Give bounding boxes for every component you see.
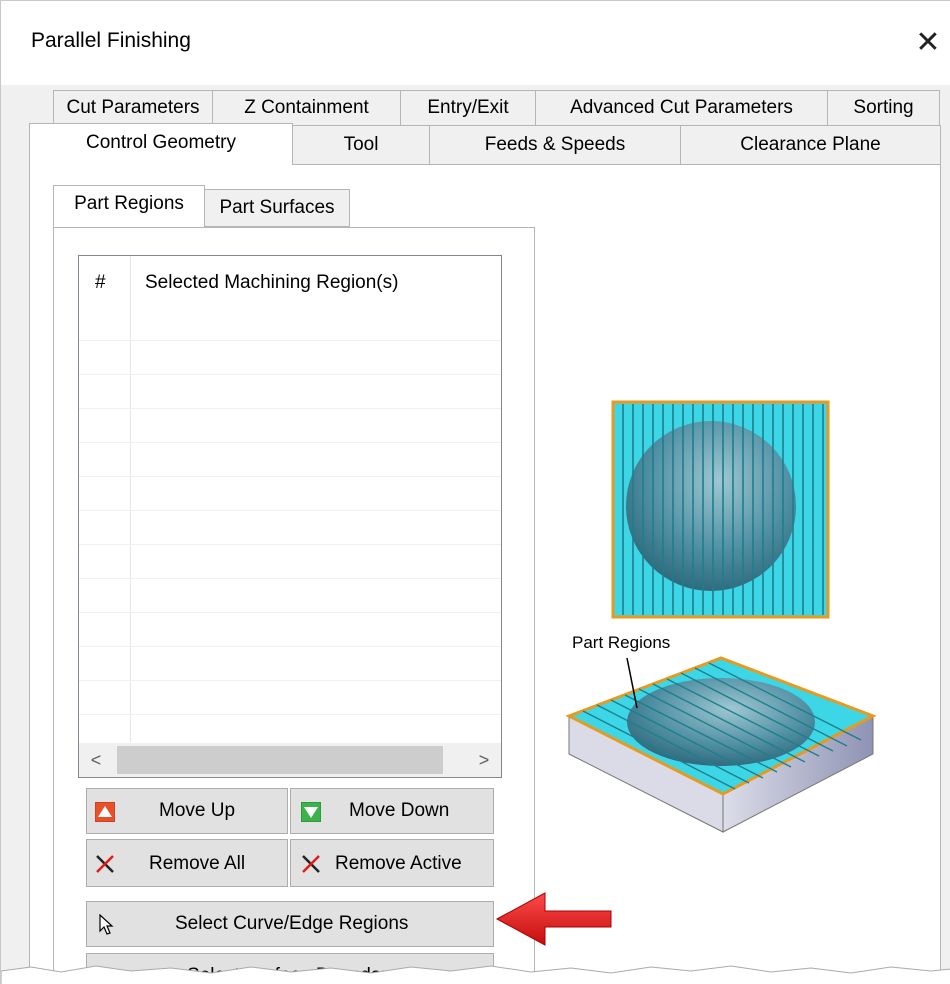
- tab-tool[interactable]: Tool: [292, 125, 430, 165]
- column-separator: [130, 256, 131, 742]
- row-gridline: [79, 374, 501, 375]
- row-gridline: [79, 510, 501, 511]
- tab-cut-parameters[interactable]: Cut Parameters: [53, 90, 213, 126]
- part-regions-callout: Part Regions: [572, 633, 671, 652]
- row-gridline: [79, 714, 501, 715]
- remove-all-label: Remove All: [149, 853, 246, 874]
- row-gridline: [79, 646, 501, 647]
- torn-edge: [1, 965, 950, 984]
- select-curve-label: Select Curve/Edge Regions: [175, 913, 409, 934]
- tab-z-containment[interactable]: Z Containment: [212, 90, 401, 126]
- scroll-left-button[interactable]: <: [79, 743, 113, 777]
- top-view-bowl: [626, 421, 796, 591]
- tab-control-geometry[interactable]: Control Geometry: [29, 123, 293, 165]
- move-down-label: Move Down: [349, 800, 450, 821]
- row-gridline: [79, 544, 501, 545]
- column-header-region[interactable]: Selected Machining Region(s): [145, 272, 398, 294]
- window-title: Parallel Finishing: [31, 29, 191, 52]
- row-gridline: [79, 680, 501, 681]
- red-pointer-arrow: [495, 892, 612, 946]
- tab-entry-exit[interactable]: Entry/Exit: [400, 90, 536, 126]
- select-curve-edge-regions-button[interactable]: Select Curve/Edge Regions: [86, 901, 494, 947]
- move-down-button[interactable]: Move Down: [290, 788, 494, 834]
- top-view-toolpaths: [622, 404, 824, 615]
- subtab-part-surfaces[interactable]: Part Surfaces: [204, 189, 350, 227]
- tab-feeds-speeds[interactable]: Feeds & Speeds: [429, 125, 681, 165]
- horizontal-scrollbar[interactable]: < >: [79, 743, 501, 777]
- row-gridline: [79, 340, 501, 341]
- close-icon[interactable]: ✕: [906, 23, 950, 63]
- part-regions-illustration: [565, 400, 877, 833]
- tab-advanced-cut-parameters[interactable]: Advanced Cut Parameters: [535, 90, 828, 126]
- column-header-number[interactable]: #: [95, 272, 106, 294]
- remove-active-button[interactable]: Remove Active: [290, 839, 494, 887]
- move-up-button[interactable]: Move Up: [86, 788, 288, 834]
- remove-active-label: Remove Active: [335, 853, 462, 874]
- scroll-right-button[interactable]: >: [467, 743, 501, 777]
- row-gridline: [79, 442, 501, 443]
- triangle-up-icon: [95, 802, 115, 822]
- scroll-thumb[interactable]: [117, 746, 443, 774]
- title-bar: Parallel Finishing ✕: [1, 1, 950, 85]
- row-gridline: [79, 476, 501, 477]
- move-up-label: Move Up: [159, 800, 236, 821]
- row-gridline: [79, 612, 501, 613]
- triangle-down-icon: [301, 802, 321, 822]
- cursor-arrow-icon: [99, 914, 114, 935]
- list-header: # Selected Machining Region(s): [79, 256, 501, 314]
- x-icon: [302, 855, 320, 873]
- remove-all-button[interactable]: Remove All: [86, 839, 288, 887]
- row-gridline: [79, 408, 501, 409]
- subtab-part-regions[interactable]: Part Regions: [53, 185, 205, 227]
- row-gridline: [79, 578, 501, 579]
- tab-clearance-plane[interactable]: Clearance Plane: [680, 125, 941, 165]
- region-list[interactable]: # Selected Machining Region(s) < >: [78, 255, 502, 778]
- tab-sorting[interactable]: Sorting: [827, 90, 940, 126]
- x-icon: [96, 855, 114, 873]
- dialog-window: Parallel Finishing ✕ Cut Parameters Z Co…: [0, 0, 950, 984]
